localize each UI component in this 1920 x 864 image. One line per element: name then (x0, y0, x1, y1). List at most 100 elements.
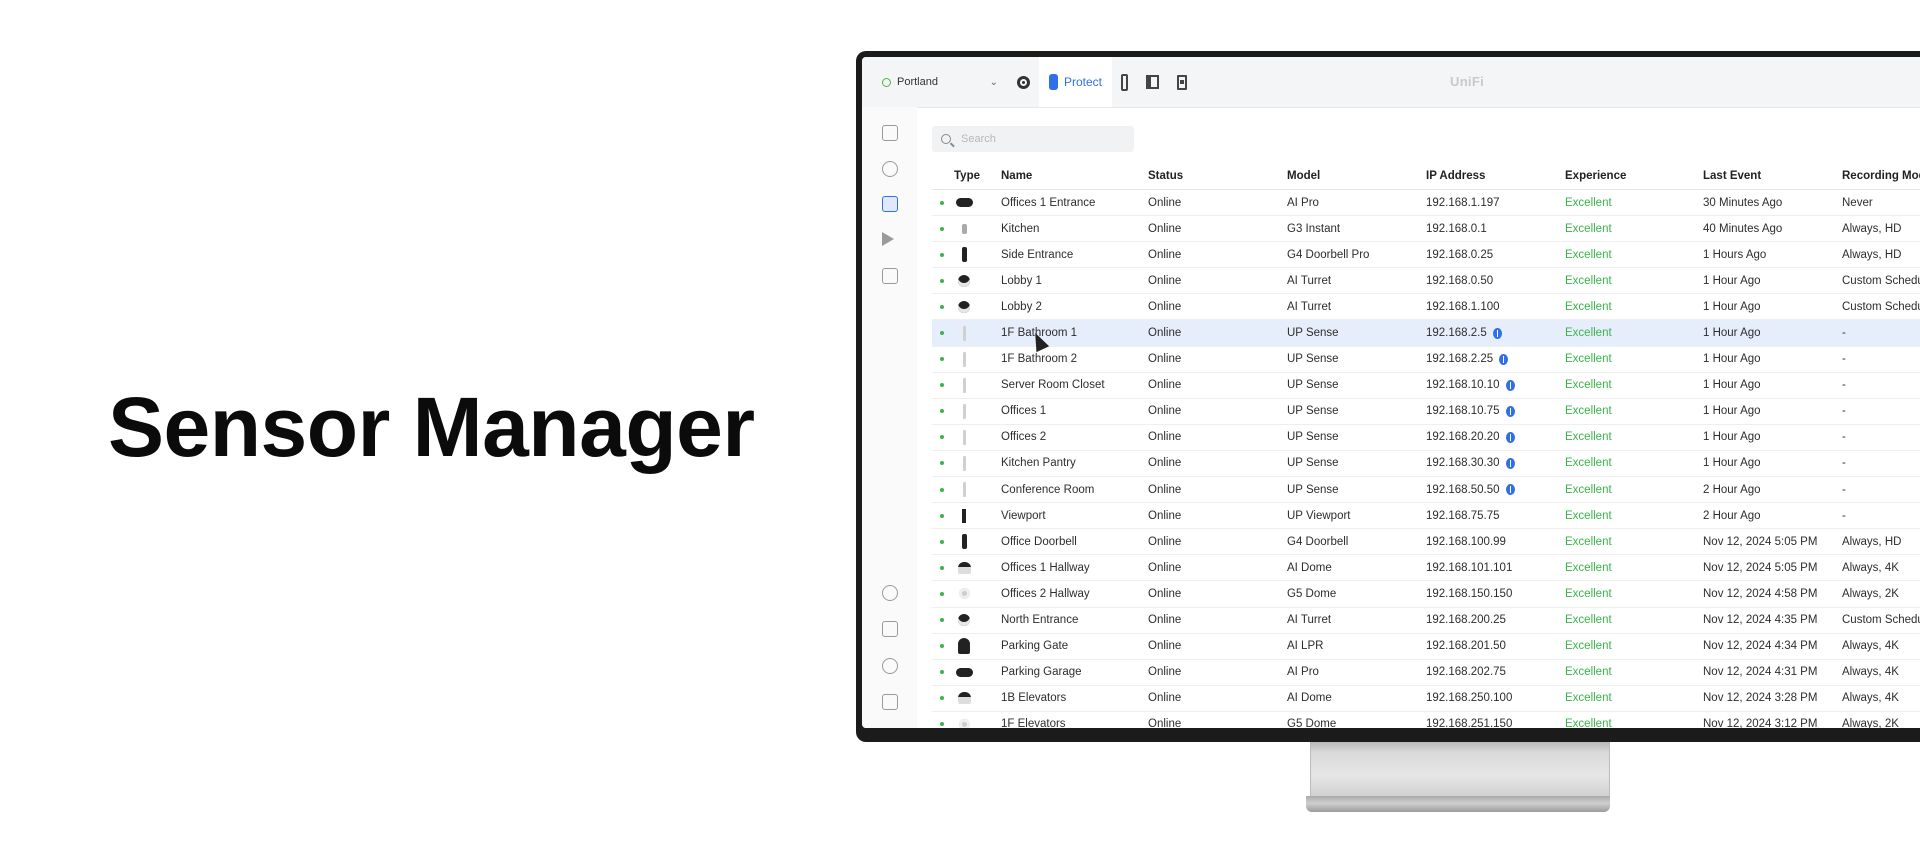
cell-model: AI Turret (1287, 608, 1331, 633)
cell-experience-text: Excellent (1565, 300, 1612, 313)
tab-protect[interactable]: Protect (1039, 57, 1113, 107)
cell-name: Offices 1 (1001, 399, 1046, 424)
cell-ip: 192.168.10.75 (1426, 399, 1515, 424)
cell-recording-text: Custom Schedule (1842, 614, 1920, 627)
cell-model: G3 Instant (1287, 216, 1340, 241)
col-recording[interactable]: Recording Mode (1842, 163, 1920, 189)
col-type[interactable]: Type (954, 163, 980, 189)
gear-icon[interactable] (882, 585, 898, 601)
table-row[interactable]: Viewport Online UP Viewport 192.168.75.75 Ex… (932, 503, 1920, 530)
cell-status: Online (1148, 686, 1181, 711)
cell-ip: 192.168.30.30 (1426, 451, 1515, 476)
cell-experience-text: Excellent (1565, 431, 1612, 444)
cell-ip-text: 192.168.201.50 (1426, 640, 1506, 653)
table-row[interactable]: 1F Elevators Online G5 Dome 192.168.251.150… (932, 712, 1920, 728)
device-type-icon (954, 320, 974, 345)
cell-ip-text: 192.168.50.50 (1426, 483, 1500, 496)
cell-ip: 192.168.101.101 (1426, 555, 1512, 580)
cell-recording-text: - (1842, 457, 1846, 470)
table-row[interactable]: 1B Elevators Online AI Dome 192.168.250.100… (932, 686, 1920, 712)
table-row[interactable]: 1F Bathroom 2 Online UP Sense 192.168.2.25 E… (932, 347, 1920, 373)
cell-model: UP Sense (1287, 320, 1339, 345)
cell-name: 1B Elevators (1001, 686, 1066, 711)
cell-ip: 192.168.50.50 (1426, 477, 1515, 502)
online-dot-icon (940, 226, 944, 231)
hero-title: Sensor Manager (108, 380, 755, 474)
tab-connect[interactable] (1168, 57, 1196, 107)
col-ip[interactable]: IP Address (1426, 163, 1485, 189)
table-row[interactable]: Lobby 2 Online AI Turret 192.168.1.100 Excel… (932, 294, 1920, 321)
cell-status: Online (1148, 477, 1181, 502)
table-row[interactable]: Lobby 1 Online AI Turret 192.168.0.50 Excell… (932, 268, 1920, 295)
dashboard-icon[interactable] (882, 125, 898, 141)
tab-talk[interactable] (1137, 57, 1168, 107)
talk-app-icon (1146, 75, 1160, 89)
cell-recording-text: Always, HD (1842, 535, 1902, 548)
cell-ip: 192.168.202.75 (1426, 660, 1506, 685)
table-row[interactable]: Office Doorbell Online G4 Doorbell 192.168.… (932, 529, 1920, 556)
table-row[interactable]: Offices 1 Online UP Sense 192.168.10.75 Exce… (932, 399, 1920, 425)
table-row[interactable]: 1F Bathroom 1 Online UP Sense 192.168.2.5 Ex… (932, 320, 1920, 347)
cell-ip: 192.168.251.150 (1426, 712, 1512, 728)
integrations-icon[interactable] (882, 694, 898, 710)
play-icon[interactable] (882, 232, 894, 246)
status-dot-icon (940, 242, 944, 267)
table-row[interactable]: Kitchen Pantry Online UP Sense 192.168.30.3… (932, 451, 1920, 478)
status-dot-icon (940, 634, 944, 659)
tab-network[interactable] (1008, 57, 1039, 107)
table-row[interactable]: Parking Gate Online AI LPR 192.168.201.50 Ex… (932, 634, 1920, 660)
cell-name: Offices 2 (1001, 425, 1046, 450)
cell-experience: Excellent (1565, 712, 1612, 728)
col-model[interactable]: Model (1287, 163, 1320, 189)
sense-camera-icon (962, 377, 966, 393)
search-box (932, 126, 1134, 152)
cell-model: AI LPR (1287, 634, 1323, 659)
device-type-icon (954, 216, 974, 241)
app-screen: Portland ⌄ Protect UniFi Search Type Nam… (862, 57, 1920, 728)
table-header: Type Name Status Model IP Address Experi… (932, 163, 1920, 190)
cell-model: UP Sense (1287, 425, 1339, 450)
col-last-event[interactable]: Last Event (1703, 163, 1761, 189)
cell-name-text: Parking Gate (1001, 640, 1069, 653)
table-row[interactable]: Server Room Closet Online UP Sense 192.168.… (932, 373, 1920, 399)
folder-icon[interactable] (882, 268, 898, 284)
cell-experience-text: Excellent (1565, 535, 1612, 548)
site-picker[interactable]: Portland ⌄ (882, 68, 998, 96)
cell-model-text: UP Sense (1287, 483, 1339, 496)
cell-model: UP Viewport (1287, 503, 1351, 528)
table-row[interactable]: Offices 2 Hallway Online G5 Dome 192.168.15… (932, 581, 1920, 608)
table-row[interactable]: Conference Room Online UP Sense 192.168.50.… (932, 477, 1920, 504)
table-row[interactable]: Offices 1 Entrance Online AI Pro 192.168.1.… (932, 190, 1920, 217)
cell-model-text: UP Sense (1287, 327, 1339, 340)
cell-status-text: Online (1148, 379, 1182, 392)
cell-ip: 192.168.0.1 (1426, 216, 1487, 241)
col-experience[interactable]: Experience (1565, 163, 1626, 189)
table-row[interactable]: Parking Garage Online AI Pro 192.168.202.75… (932, 660, 1920, 686)
cell-model: AI Dome (1287, 686, 1332, 711)
cell-ip-text: 192.168.1.197 (1426, 196, 1500, 209)
devices-icon[interactable] (882, 196, 898, 212)
clipboard-icon[interactable] (882, 621, 898, 637)
cell-ip: 192.168.200.25 (1426, 608, 1506, 633)
col-status[interactable]: Status (1148, 163, 1183, 189)
cell-ip: 192.168.20.20 (1426, 425, 1515, 450)
search-input[interactable] (959, 132, 1123, 146)
table-row[interactable]: Kitchen Online G3 Instant 192.168.0.1 Excell… (932, 216, 1920, 243)
cell-ip-text: 192.168.30.30 (1426, 457, 1500, 470)
device-type-icon (954, 451, 974, 476)
alarm-icon[interactable] (882, 658, 898, 674)
cell-experience: Excellent (1565, 634, 1612, 659)
cell-status: Online (1148, 373, 1181, 398)
cell-status: Online (1148, 555, 1181, 580)
table-row[interactable]: Side Entrance Online G4 Doorbell Pro 192.16… (932, 242, 1920, 269)
camera-view-icon[interactable] (882, 161, 898, 177)
table-row[interactable]: North Entrance Online AI Turret 192.168.200… (932, 608, 1920, 634)
col-name[interactable]: Name (1001, 163, 1032, 189)
tab-access[interactable] (1112, 57, 1137, 107)
cell-ip: 192.168.1.197 (1426, 190, 1500, 215)
table-row[interactable]: Offices 2 Online UP Sense 192.168.20.20 Exce… (932, 425, 1920, 451)
table-row[interactable]: Offices 1 Hallway Online AI Dome 192.168.10… (932, 555, 1920, 582)
cell-status-text: Online (1148, 196, 1182, 209)
cell-model-text: UP Sense (1287, 405, 1339, 418)
device-type-icon (954, 686, 974, 711)
